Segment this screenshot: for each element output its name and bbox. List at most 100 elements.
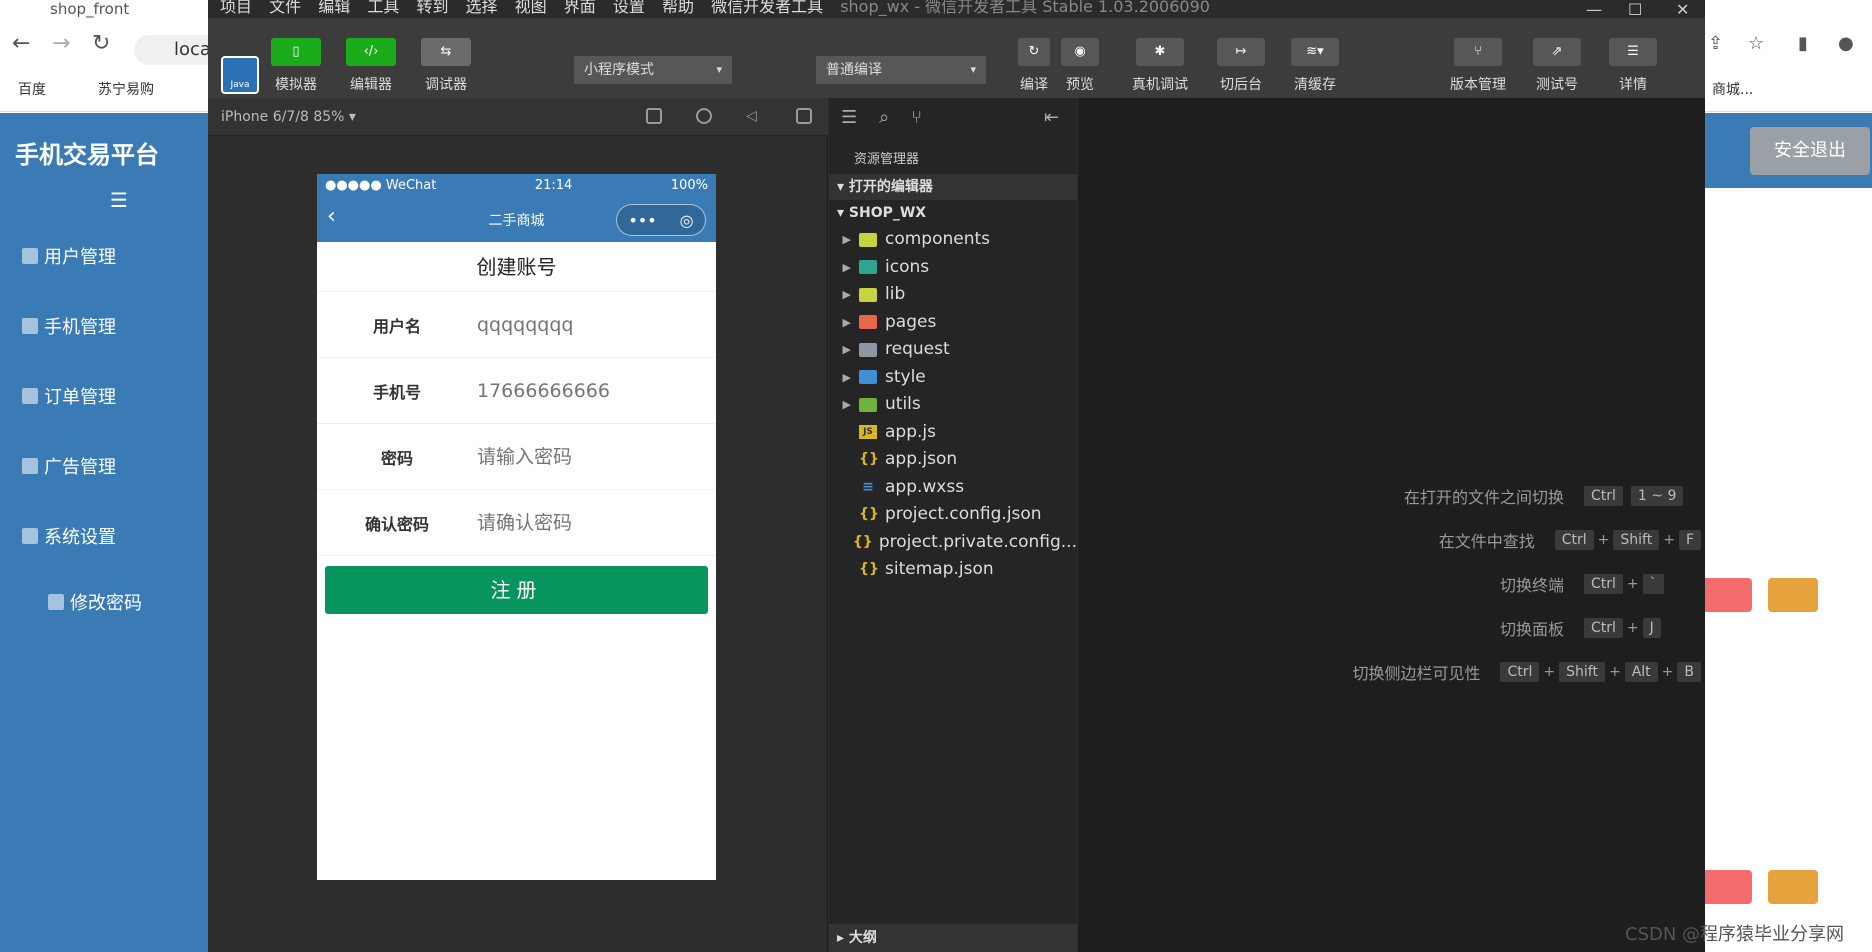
avatar[interactable]: Java <box>221 56 259 94</box>
compile-button[interactable]: ↻ 编译 <box>1014 38 1054 94</box>
compile-mode-select[interactable]: 普通编译 <box>816 56 986 84</box>
capsule-menu[interactable]: ••• ◎ <box>616 204 706 236</box>
menu-view[interactable]: 视图 <box>515 0 547 16</box>
menu-edit[interactable]: 编辑 <box>318 0 350 16</box>
menu-file[interactable]: 文件 <box>269 0 301 16</box>
real-device-debug-button[interactable]: ✱ 真机调试 <box>1130 38 1190 94</box>
file-item[interactable]: {} project.config.json <box>829 501 1077 529</box>
menu-project[interactable]: 项目 <box>220 0 252 16</box>
folder-item[interactable]: ▶ style <box>829 364 1077 392</box>
shortcut-row: 切换侧边栏可见性 Ctrl + Shift + Alt + B <box>1078 660 1705 684</box>
eye-icon: ◉ <box>1061 38 1099 66</box>
more-icon[interactable]: ••• <box>628 211 656 230</box>
search-icon[interactable]: ⌕ <box>879 107 889 128</box>
edit-button[interactable] <box>1768 870 1818 904</box>
project-section[interactable]: ▾ SHOP_WX <box>829 200 1077 226</box>
sidebar-item-phones[interactable]: 手机管理 <box>22 313 116 339</box>
back-icon[interactable]: ← <box>12 30 30 58</box>
sidebar-item-users[interactable]: 用户管理 <box>22 243 116 269</box>
debugger-button[interactable]: ⇆ 调试器 <box>421 38 471 94</box>
layers-icon: ≋▾ <box>1291 38 1339 66</box>
sidebar-item-ads[interactable]: 广告管理 <box>22 453 116 479</box>
collapse-icon[interactable]: ⇤ <box>1044 107 1059 128</box>
record-icon[interactable] <box>696 108 712 124</box>
clear-cache-button[interactable]: ≋▾ 清缓存 <box>1290 38 1340 94</box>
files-icon[interactable]: ☰ <box>841 107 857 128</box>
profile-icon[interactable]: ● <box>1838 30 1854 58</box>
menu-interface[interactable]: 界面 <box>564 0 596 16</box>
device-select[interactable]: iPhone 6/7/8 85% ▾ <box>221 109 356 125</box>
close-miniprogram-icon[interactable]: ◎ <box>680 211 694 230</box>
sidebar-item-orders[interactable]: 订单管理 <box>22 383 116 409</box>
json-file-icon: {} <box>859 451 879 467</box>
sidepanel-icon[interactable]: ▮ <box>1798 30 1808 58</box>
git-icon[interactable]: ⑂ <box>911 107 922 128</box>
mode-select[interactable]: 小程序模式 <box>574 56 732 84</box>
volume-icon[interactable]: ◁ <box>746 108 762 124</box>
menu-icon[interactable]: ☰ <box>110 188 128 212</box>
minimize-icon[interactable]: — <box>1586 0 1602 19</box>
file-item[interactable]: JS app.js <box>829 419 1077 447</box>
menu-tools[interactable]: 工具 <box>367 0 399 16</box>
sidebar-item-settings[interactable]: 系统设置 <box>22 523 116 549</box>
delete-button[interactable] <box>1702 578 1752 612</box>
menu-help[interactable]: 帮助 <box>662 0 694 16</box>
bug-icon: ✱ <box>1136 38 1184 66</box>
menu-settings[interactable]: 设置 <box>613 0 645 16</box>
folder-item[interactable]: ▶ pages <box>829 309 1077 337</box>
edit-button[interactable] <box>1768 578 1818 612</box>
menu-devtools[interactable]: 微信开发者工具 <box>711 0 823 16</box>
star-icon[interactable]: ☆ <box>1748 30 1764 58</box>
folder-icon <box>859 315 877 330</box>
folder-item[interactable]: ▶ icons <box>829 254 1077 282</box>
file-item[interactable]: {} sitemap.json <box>829 556 1077 584</box>
forward-icon[interactable]: → <box>52 30 70 58</box>
shortcut-row: 切换面板 Ctrl + J <box>1078 616 1705 640</box>
folder-item[interactable]: ▶ components <box>829 226 1077 254</box>
confirm-password-input[interactable] <box>477 511 697 534</box>
test-account-button[interactable]: ⇗ 测试号 <box>1532 38 1582 94</box>
logout-button[interactable]: 安全退出 <box>1750 127 1870 175</box>
folder-item[interactable]: ▶ lib <box>829 281 1077 309</box>
outline-section[interactable]: ▸ 大纲 <box>829 924 1077 952</box>
details-button[interactable]: ☰ 详情 <box>1608 38 1658 94</box>
bookmark-baidu[interactable]: 百度 <box>18 82 46 98</box>
browser-tab[interactable]: shop_front <box>0 0 210 20</box>
simulator-button[interactable]: ▯ 模拟器 <box>271 38 321 94</box>
register-button[interactable]: 注册 <box>325 566 708 614</box>
delete-button[interactable] <box>1702 870 1752 904</box>
phone-row: 手机号 <box>317 358 716 424</box>
preview-button[interactable]: ◉ 预览 <box>1060 38 1100 94</box>
version-button[interactable]: ⑂ 版本管理 <box>1448 38 1508 94</box>
file-item[interactable]: {} app.json <box>829 446 1077 474</box>
branch-icon: ⑂ <box>1454 38 1502 66</box>
sidebar-item-change-password[interactable]: 修改密码 <box>48 589 142 615</box>
username-row: 用户名 <box>317 292 716 358</box>
watermark: CSDN @程序猿毕业分享网 <box>1625 924 1845 945</box>
reload-icon[interactable]: ↻ <box>92 30 110 58</box>
maximize-icon[interactable]: ☐ <box>1628 0 1642 19</box>
folder-item[interactable]: ▶ request <box>829 336 1077 364</box>
folder-icon <box>859 342 877 357</box>
bookmark-suning[interactable]: 苏宁易购 <box>98 82 154 98</box>
menu-select[interactable]: 选择 <box>466 0 498 16</box>
phone-input[interactable] <box>477 379 697 402</box>
file-item[interactable]: ≡ app.wxss <box>829 474 1077 502</box>
password-input[interactable] <box>477 445 697 468</box>
json-file-icon: {} <box>859 506 879 522</box>
open-editors-section[interactable]: ▾ 打开的编辑器 <box>829 174 1077 200</box>
bookmark-mall[interactable]: 商城... <box>1712 82 1753 98</box>
username-input[interactable] <box>477 313 697 336</box>
share-icon[interactable]: ⇪ <box>1708 30 1723 58</box>
background-button[interactable]: ↦ 切后台 <box>1216 38 1266 94</box>
menu-goto[interactable]: 转到 <box>416 0 448 16</box>
folder-item[interactable]: ▶ utils <box>829 391 1077 419</box>
editor-button[interactable]: ‹/› 编辑器 <box>346 38 396 94</box>
folder-icon <box>859 397 877 412</box>
phone-icon[interactable] <box>646 108 662 124</box>
popout-icon[interactable] <box>796 108 812 124</box>
file-item[interactable]: {} project.private.config... <box>829 529 1077 557</box>
shortcut-row: 在打开的文件之间切换 Ctrl 1 ~ 9 <box>1078 484 1705 508</box>
close-icon[interactable]: ✕ <box>1676 0 1689 19</box>
folder-icon <box>859 287 877 302</box>
